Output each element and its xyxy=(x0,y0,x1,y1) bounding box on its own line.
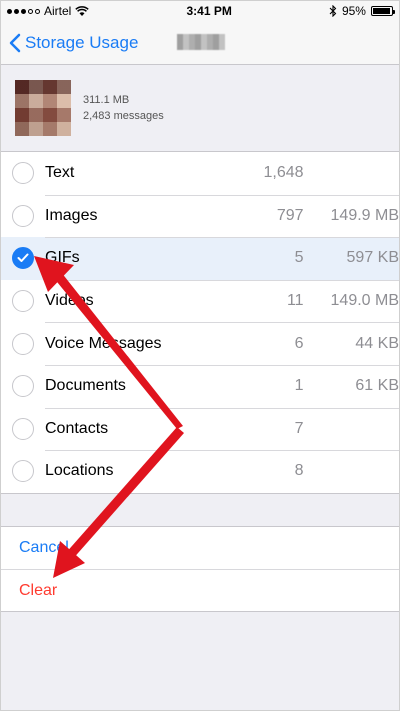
battery-icon xyxy=(370,6,395,16)
back-button[interactable]: Storage Usage xyxy=(9,33,138,53)
status-bar: Airtel 3:41 PM 95% xyxy=(1,1,399,21)
list-item[interactable]: Locations 8 xyxy=(1,450,399,493)
contact-header: 311.1 MB 2,483 messages xyxy=(1,65,399,151)
radio-circle-icon[interactable] xyxy=(12,417,34,440)
contact-messages: 2,483 messages xyxy=(83,110,164,122)
list-item[interactable]: GIFs 5 597 KB xyxy=(1,237,399,280)
checkmark-circle-icon[interactable] xyxy=(12,247,34,270)
contact-info: 311.1 MB 2,483 messages xyxy=(83,92,164,124)
wifi-icon xyxy=(75,5,90,16)
item-label: Images xyxy=(45,206,98,224)
item-count: 11 xyxy=(286,292,304,310)
battery-percent: 95% xyxy=(341,4,366,18)
item-label: Documents xyxy=(45,377,126,395)
item-count: 1 xyxy=(294,377,304,395)
status-left: Airtel xyxy=(7,4,90,18)
item-label: GIFs xyxy=(45,249,80,267)
item-size: 61 KB xyxy=(355,377,399,395)
item-count: 1,648 xyxy=(263,164,304,182)
radio-circle-icon[interactable] xyxy=(12,375,34,398)
nav-bar: Storage Usage xyxy=(1,21,399,65)
signal-icon xyxy=(7,8,40,14)
list-item[interactable]: Images 797 149.9 MB xyxy=(1,194,399,238)
radio-circle-icon[interactable] xyxy=(12,460,34,483)
bluetooth-icon xyxy=(329,5,337,17)
item-size: 597 KB xyxy=(346,249,399,267)
back-label: Storage Usage xyxy=(25,32,139,52)
radio-circle-icon[interactable] xyxy=(12,332,34,355)
item-count: 5 xyxy=(294,249,304,267)
list-item[interactable]: Documents 1 61 KB xyxy=(1,364,399,408)
list-item[interactable]: Videos 11 149.0 MB xyxy=(1,279,399,323)
avatar xyxy=(15,80,71,136)
item-size: 44 KB xyxy=(355,334,399,352)
storage-list: Text 1,648 Images 797 149.9 MB GIFs 5 597 KB Vid… xyxy=(1,151,399,494)
item-count: 8 xyxy=(294,462,304,480)
nav-title-blurred xyxy=(177,34,225,50)
clear-button[interactable]: Clear xyxy=(1,569,399,611)
item-count: 797 xyxy=(276,206,304,224)
item-count: 7 xyxy=(294,419,304,437)
carrier-label: Airtel xyxy=(44,4,72,18)
item-label: Videos xyxy=(45,292,94,310)
radio-circle-icon[interactable] xyxy=(12,204,34,227)
item-count: 6 xyxy=(294,334,304,352)
status-right: 95% xyxy=(329,4,395,18)
chevron-left-icon xyxy=(9,33,21,52)
item-label: Text xyxy=(45,164,75,182)
radio-circle-icon[interactable] xyxy=(12,162,34,185)
list-item[interactable]: Text 1,648 xyxy=(1,152,399,195)
actions-group: Cancel Clear xyxy=(1,526,399,612)
item-size: 149.9 MB xyxy=(330,206,399,224)
item-label: Contacts xyxy=(45,419,109,437)
item-size: 149.0 MB xyxy=(330,292,399,310)
radio-circle-icon[interactable] xyxy=(12,290,34,313)
list-item[interactable]: Contacts 7 xyxy=(1,407,399,451)
contact-size: 311.1 MB xyxy=(83,94,130,106)
cancel-button[interactable]: Cancel xyxy=(1,527,399,569)
status-time: 3:41 PM xyxy=(186,4,232,18)
list-item[interactable]: Voice Messages 6 44 KB xyxy=(1,322,399,365)
item-label: Locations xyxy=(45,462,114,480)
item-label: Voice Messages xyxy=(45,334,162,352)
